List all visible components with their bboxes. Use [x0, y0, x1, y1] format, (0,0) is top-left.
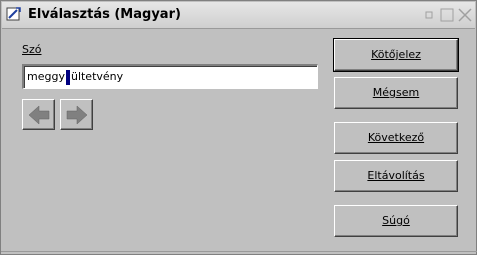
remove-button[interactable]: Eltávolítás — [334, 160, 458, 192]
cancel-button-label: Mégsem — [372, 86, 420, 99]
cancel-button[interactable]: Mégsem — [334, 77, 458, 109]
remove-button-label: Eltávolítás — [367, 169, 425, 182]
next-button-label: Következő — [367, 131, 425, 144]
word-label: Szó — [22, 43, 42, 56]
next-button[interactable]: Következő — [334, 122, 458, 154]
hyphenation-dialog: Elválasztás (Magyar) Szó meggy ültetvény … — [0, 0, 477, 255]
window-title: Elválasztás (Magyar) — [28, 7, 181, 22]
word-value-before-caret: meggy — [27, 70, 65, 83]
help-button[interactable]: Súgó — [334, 205, 458, 237]
hyphenate-button[interactable]: Kötőjelez — [333, 38, 459, 72]
maximize-icon[interactable] — [440, 8, 454, 22]
previous-hyphen-button[interactable] — [22, 99, 55, 130]
hyphen-position-caret — [65, 69, 70, 85]
word-input[interactable]: meggy ültetvény — [22, 64, 318, 89]
help-button-label: Súgó — [382, 214, 410, 227]
title-bar[interactable]: Elválasztás (Magyar) — [2, 2, 475, 29]
hyphenate-button-label: Kötőjelez — [371, 48, 421, 61]
next-hyphen-button[interactable] — [60, 99, 93, 130]
divider — [1, 251, 477, 252]
minimize-icon[interactable] — [422, 8, 436, 22]
hyphenation-app-icon — [6, 6, 22, 22]
close-icon[interactable] — [458, 8, 472, 22]
word-value-after-caret: ültetvény — [70, 70, 124, 83]
